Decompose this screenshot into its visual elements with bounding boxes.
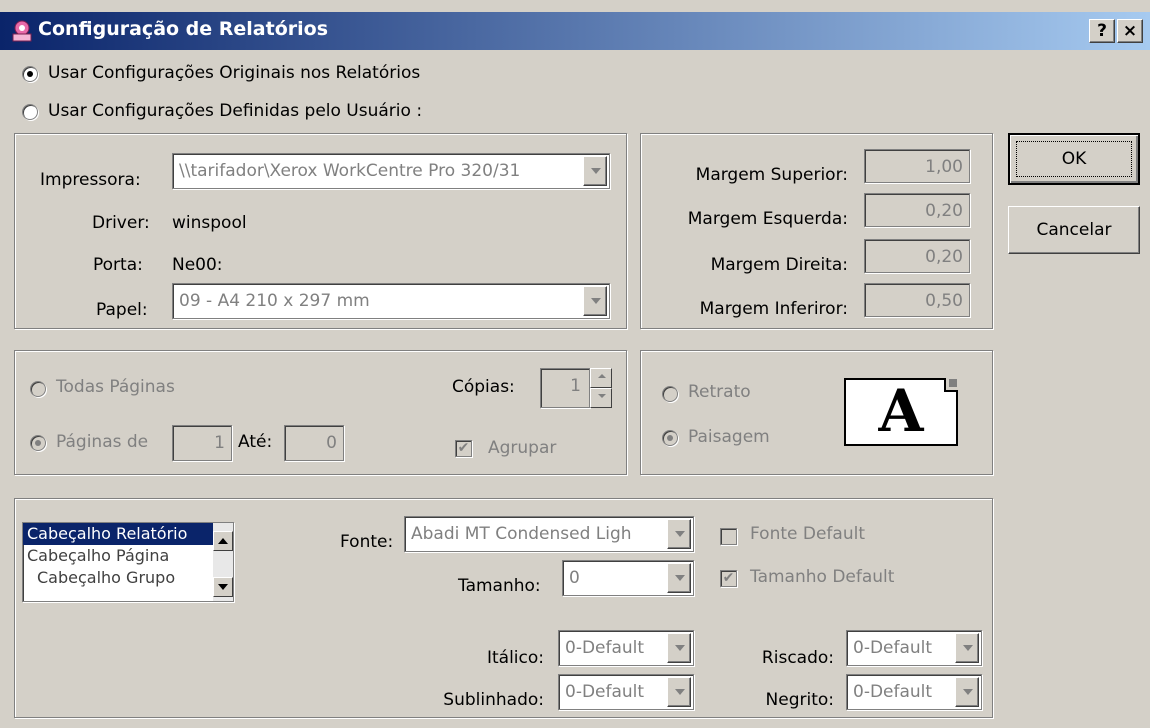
radio-page-range-label: Páginas de [56,432,149,452]
page-orientation-preview-icon: A [844,377,958,446]
copies-spin-down[interactable] [590,388,612,408]
margin-right-label: Margem Direita: [710,255,848,275]
chevron-down-icon[interactable] [667,677,691,707]
printer-value: \\tarifador\Xerox WorkCentre Pro 320/31 [179,161,521,181]
margin-left-input[interactable]: 0,20 [864,193,970,227]
strike-combo[interactable]: 0-Default [846,630,982,666]
paper-value: 09 - A4 210 x 297 mm [179,291,370,311]
chevron-down-icon[interactable] [583,156,607,186]
size-default-checkbox[interactable]: ✔ [720,570,737,587]
driver-value: winspool [172,213,247,233]
size-value: 0 [569,568,580,588]
size-combo[interactable]: 0 [562,560,694,596]
strike-label: Riscado: [761,648,834,668]
font-default-checkbox[interactable] [720,528,737,545]
chevron-down-icon[interactable] [955,677,979,707]
window-title: Configuração de Relatórios [38,18,329,40]
cancel-button-label: Cancelar [1036,220,1112,240]
underline-value: 0-Default [565,682,645,702]
underline-combo[interactable]: 0-Default [558,674,694,710]
chevron-down-icon[interactable] [583,286,607,316]
check-icon: ✔ [457,440,470,456]
app-icon [12,20,32,42]
title-bar[interactable]: Configuração de Relatórios ? × [0,12,1150,50]
close-button[interactable]: × [1117,19,1143,43]
strike-value: 0-Default [853,638,933,658]
page-to-label: Até: [238,432,273,452]
cancel-button[interactable]: Cancelar [1008,206,1140,254]
margin-right-input[interactable]: 0,20 [864,239,970,273]
chevron-down-icon[interactable] [667,633,691,663]
radio-all-pages[interactable] [30,381,46,397]
radio-all-pages-label: Todas Páginas [56,377,175,397]
chevron-down-icon[interactable] [667,563,691,593]
paper-combo[interactable]: 09 - A4 210 x 297 mm [172,283,610,319]
radio-landscape-label: Paisagem [688,427,770,447]
size-default-label: Tamanho Default [750,567,895,587]
margin-bottom-label: Margem Inferiror: [699,299,848,319]
copies-spin-up[interactable] [590,368,612,388]
close-icon: × [1122,21,1138,41]
page-to-input[interactable]: 0 [284,425,344,461]
ok-button[interactable]: OK [1008,133,1140,185]
font-combo[interactable]: Abadi MT Condensed Ligh [404,516,694,552]
printer-label: Impressora: [40,170,141,190]
collate-checkbox[interactable]: ✔ [455,440,472,457]
chevron-down-icon[interactable] [667,519,691,549]
help-button[interactable]: ? [1089,19,1115,43]
radio-page-range[interactable] [30,435,46,451]
listbox-scrollbar[interactable] [213,523,233,601]
page-from-input[interactable]: 1 [172,425,232,461]
driver-label: Driver: [92,213,150,233]
chevron-down-icon[interactable] [955,633,979,663]
bold-value: 0-Default [853,682,933,702]
margin-bottom-input[interactable]: 0,50 [864,283,970,317]
margin-top-label: Margem Superior: [695,165,848,185]
underline-label: Sublinhado: [443,690,544,710]
bold-label: Negrito: [765,690,834,710]
italic-combo[interactable]: 0-Default [558,630,694,666]
copies-input[interactable]: 1 [540,368,590,408]
radio-landscape[interactable] [662,430,678,446]
port-value: Ne00: [172,255,223,275]
list-item[interactable]: Cabeçalho Relatório [23,523,215,545]
margin-left-label: Margem Esquerda: [687,209,848,229]
section-listbox[interactable]: Cabeçalho Relatório Cabeçalho Página Cab… [22,522,234,602]
radio-user-label: Usar Configurações Definidas pelo Usuári… [48,101,423,121]
collate-label: Agrupar [488,438,557,458]
font-value: Abadi MT Condensed Ligh [411,524,632,544]
scroll-up-icon[interactable] [213,531,233,551]
printer-combo[interactable]: \\tarifador\Xerox WorkCentre Pro 320/31 [172,153,610,189]
margin-top-input[interactable]: 1,00 [864,149,970,183]
radio-original-settings[interactable] [22,66,38,82]
list-item[interactable]: Cabeçalho Grupo [23,567,215,589]
bold-combo[interactable]: 0-Default [846,674,982,710]
italic-label: Itálico: [486,648,544,668]
size-label: Tamanho: [458,576,541,596]
preview-glyph: A [878,377,924,445]
paper-label: Papel: [96,300,148,320]
font-label: Fonte: [340,532,394,552]
radio-portrait-label: Retrato [688,382,751,402]
italic-value: 0-Default [565,638,645,658]
radio-original-label: Usar Configurações Originais nos Relatór… [48,63,421,83]
copies-label: Cópias: [452,377,515,397]
port-label: Porta: [93,255,143,275]
scroll-down-icon[interactable] [213,577,233,597]
check-icon: ✔ [722,570,735,586]
ok-button-label: OK [1061,149,1087,169]
radio-user-settings[interactable] [22,104,38,120]
font-default-label: Fonte Default [750,524,865,544]
radio-portrait[interactable] [662,386,678,402]
list-item[interactable]: Cabeçalho Página [23,545,215,567]
